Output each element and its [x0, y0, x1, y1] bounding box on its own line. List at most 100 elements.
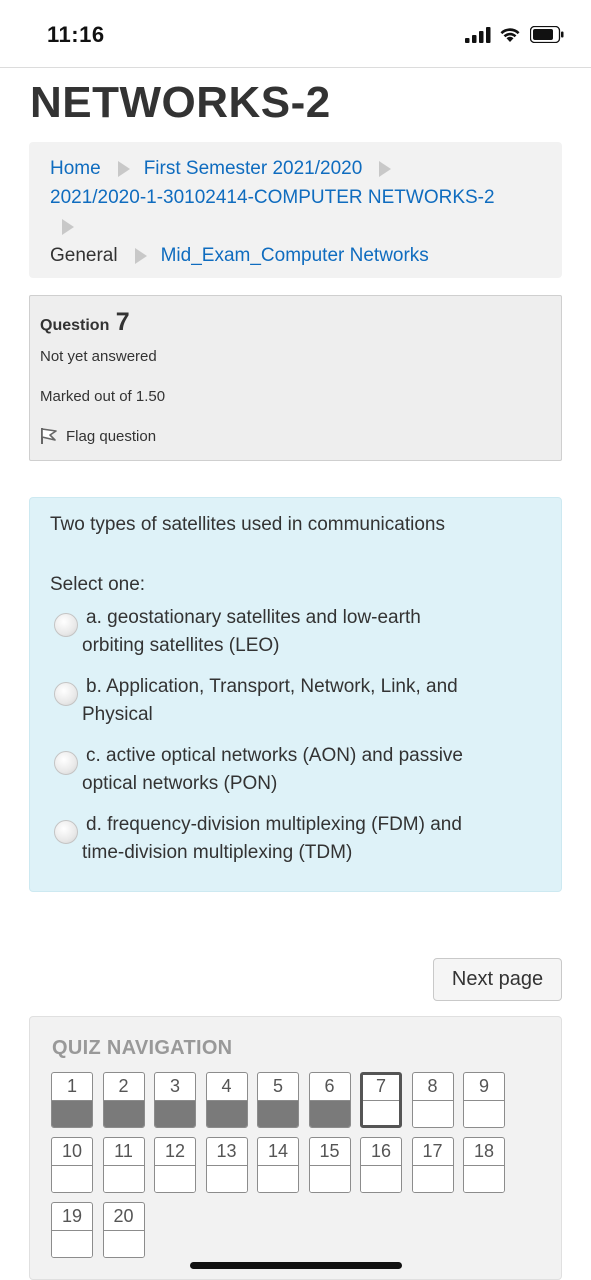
answered-state-indicator [52, 1100, 92, 1127]
radio-button[interactable] [54, 820, 78, 844]
quiz-nav-button-6[interactable]: 6 [308, 1072, 351, 1128]
quiz-nav-number: 6 [324, 1076, 335, 1096]
unanswered-state-indicator [412, 1100, 453, 1127]
quiz-nav-number: 12 [164, 1141, 186, 1161]
quiz-nav-number: 8 [427, 1076, 438, 1096]
unanswered-state-indicator [464, 1100, 504, 1127]
quiz-nav-button-14[interactable]: 14 [257, 1137, 299, 1193]
answer-text: optical networks (PON) [82, 773, 278, 794]
breadcrumb-course-link[interactable]: 2021/2020-1-30102414-COMPUTER NETWORKS-2 [50, 183, 495, 212]
quiz-nav-button-5[interactable]: 5 [257, 1072, 299, 1128]
quiz-nav-number: 4 [221, 1076, 232, 1096]
status-time: 11:16 [47, 22, 105, 47]
unanswered-state-indicator [103, 1230, 144, 1257]
quiz-nav-number: 1 [66, 1076, 77, 1096]
question-number: Question 7 [40, 308, 561, 337]
quiz-nav-button-20[interactable]: 20 [102, 1202, 145, 1258]
answer-text: d. frequency-division multiplexing (FDM)… [86, 814, 462, 835]
answered-state-indicator [155, 1100, 195, 1127]
answered-state-indicator [258, 1100, 298, 1127]
answer-option-a[interactable]: a. geostationary satellites and low-eart… [50, 604, 510, 660]
breadcrumb-semester-link[interactable]: First Semester 2021/2020 [144, 154, 363, 183]
unanswered-state-indicator [363, 1100, 399, 1125]
quiz-nav-button-3[interactable]: 3 [154, 1072, 196, 1128]
home-indicator [190, 1262, 402, 1269]
answer-text: a. geostationary satellites and low-eart… [86, 607, 421, 628]
quiz-nav-button-10[interactable]: 10 [51, 1137, 93, 1193]
quiz-nav-number: 20 [113, 1206, 134, 1226]
answer-option-c[interactable]: c. active optical networks (AON) and pas… [50, 742, 510, 798]
unanswered-state-indicator [361, 1165, 401, 1192]
breadcrumb-separator-icon [117, 160, 130, 177]
quiz-nav-number: 11 [114, 1141, 133, 1161]
answered-state-indicator [309, 1100, 350, 1127]
quiz-nav-button-11[interactable]: 11 [102, 1137, 145, 1193]
quiz-nav-button-4[interactable]: 4 [205, 1072, 248, 1128]
breadcrumb-separator-icon [134, 247, 147, 264]
select-prompt: Select one: [50, 574, 146, 595]
quiz-nav-number: 15 [319, 1141, 340, 1161]
quiz-nav-number: 2 [118, 1076, 129, 1096]
breadcrumb-quiz-link[interactable]: Mid_Exam_Computer Networks [161, 241, 429, 270]
quiz-nav-button-19[interactable]: 19 [51, 1202, 93, 1258]
quiz-nav-button-13[interactable]: 13 [205, 1137, 248, 1193]
radio-button[interactable] [54, 682, 78, 706]
quiz-nav-button-2[interactable]: 2 [102, 1072, 145, 1128]
question-state: Not yet answered [40, 348, 157, 365]
quiz-nav-button-1[interactable]: 1 [51, 1072, 93, 1128]
breadcrumb-separator-icon [62, 218, 74, 235]
quiz-navigation: QUIZ NAVIGATION 1 2 3 4 5 6 7 8 9 10 11 12 13 14 15 16 1… [29, 1016, 562, 1280]
quiz-nav-button-7[interactable]: 7 [360, 1072, 402, 1128]
unanswered-state-indicator [52, 1230, 92, 1257]
answer-text: b. Application, Transport, Network, Link… [86, 676, 458, 697]
signal-bars-icon [465, 27, 491, 43]
quiz-nav-number: 18 [473, 1141, 495, 1161]
unanswered-state-indicator [155, 1165, 195, 1192]
flag-question-label: Flag question [66, 427, 157, 445]
unanswered-state-indicator [464, 1165, 504, 1192]
answered-state-indicator [103, 1100, 144, 1127]
quiz-nav-button-15[interactable]: 15 [308, 1137, 351, 1193]
status-bar: 11:16 [0, 0, 591, 68]
quiz-nav-button-18[interactable]: 18 [463, 1137, 505, 1193]
answer-text: c. active optical networks (AON) and pas… [86, 745, 463, 766]
quiz-navigation-title: QUIZ NAVIGATION [52, 1037, 233, 1059]
breadcrumb-home-link[interactable]: Home [50, 154, 101, 183]
question-text: Two types of satellites used in communic… [50, 514, 445, 535]
quiz-nav-number: 10 [61, 1141, 83, 1161]
unanswered-state-indicator [258, 1165, 298, 1192]
answer-text: orbiting satellites (LEO) [82, 635, 280, 656]
quiz-nav-number: 9 [478, 1076, 489, 1096]
quiz-nav-button-16[interactable]: 16 [360, 1137, 402, 1193]
radio-button[interactable] [54, 613, 78, 637]
question-content: Two types of satellites used in communic… [29, 497, 562, 892]
quiz-nav-button-8[interactable]: 8 [411, 1072, 454, 1128]
quiz-nav-button-9[interactable]: 9 [463, 1072, 505, 1128]
next-page-button[interactable]: Next page [433, 958, 562, 1001]
question-grade: Marked out of 1.50 [40, 388, 166, 405]
quiz-nav-number: 19 [61, 1206, 83, 1226]
radio-button[interactable] [54, 751, 78, 775]
breadcrumb-section: General [50, 245, 118, 266]
question-label: Question [40, 317, 110, 334]
quiz-nav-button-17[interactable]: 17 [411, 1137, 454, 1193]
quiz-nav-number: 16 [370, 1141, 392, 1161]
flag-question-button[interactable]: Flag question [40, 427, 156, 445]
breadcrumb: Home First Semester 2021/2020 2021/2020-… [29, 142, 562, 278]
unanswered-state-indicator [206, 1165, 247, 1192]
quiz-nav-number: 7 [375, 1076, 386, 1096]
answer-option-b[interactable]: b. Application, Transport, Network, Link… [50, 673, 510, 729]
answer-option-d[interactable]: d. frequency-division multiplexing (FDM)… [50, 811, 510, 867]
battery-icon [530, 26, 564, 43]
wifi-icon [500, 28, 520, 42]
unanswered-state-indicator [52, 1165, 92, 1192]
quiz-nav-number: 14 [267, 1141, 289, 1161]
answered-state-indicator [206, 1100, 247, 1127]
quiz-nav-number: 5 [272, 1076, 283, 1096]
quiz-nav-number: 13 [216, 1141, 237, 1161]
flag-icon [41, 428, 57, 444]
quiz-nav-button-12[interactable]: 12 [154, 1137, 196, 1193]
answer-text: Physical [82, 704, 153, 725]
breadcrumb-separator-icon [379, 160, 392, 177]
quiz-nav-number: 3 [169, 1076, 180, 1096]
